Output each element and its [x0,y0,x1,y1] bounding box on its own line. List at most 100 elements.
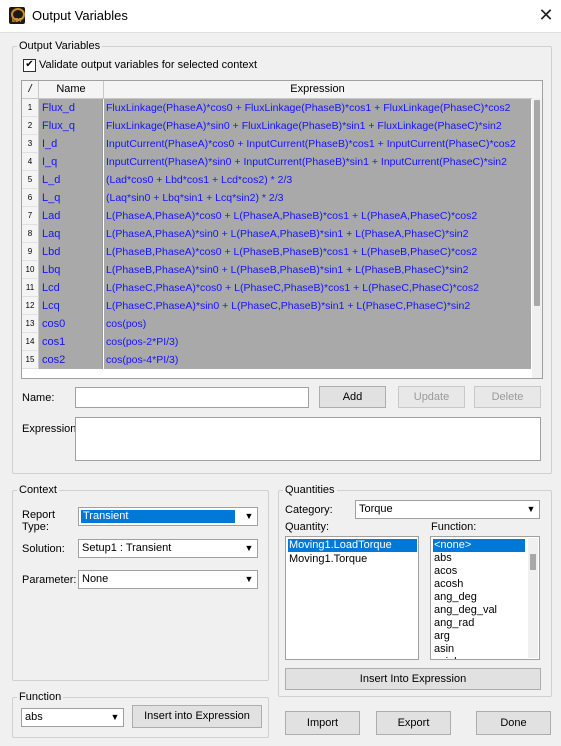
row-name-cell[interactable]: Lbq [39,261,103,279]
row-expression-cell[interactable]: InputCurrent(PhaseA)*cos0 + InputCurrent… [104,135,531,153]
row-expression-cell[interactable]: FluxLinkage(PhaseA)*cos0 + FluxLinkage(P… [104,99,531,117]
row-expression-cell[interactable]: InputCurrent(PhaseA)*sin0 + InputCurrent… [104,153,531,171]
table-row[interactable]: 11 Lcd L(PhaseC,PhaseA)*cos0 + L(PhaseC,Ph… [22,279,531,297]
row-number[interactable]: 8 [22,225,39,243]
row-number[interactable]: 6 [22,189,39,207]
table-row[interactable]: 13 cos0 cos(pos) [22,315,531,333]
row-expression-cell[interactable]: (Lad*cos0 + Lbd*cos1 + Lcd*cos2) * 2/3 [104,171,531,189]
row-name-cell[interactable]: I_d [39,135,103,153]
row-name-cell[interactable]: Flux_q [39,117,103,135]
row-number[interactable]: 3 [22,135,39,153]
table-row[interactable]: 2 Flux_q FluxLinkage(PhaseA)*sin0 + FluxLi… [22,117,531,135]
row-name-cell[interactable]: Lcd [39,279,103,297]
row-expression-cell[interactable]: (Laq*sin0 + Lbq*sin1 + Lcq*sin2) * 2/3 [104,189,531,207]
row-number[interactable]: 15 [22,351,39,369]
row-name-cell[interactable]: Lad [39,207,103,225]
report-type-select[interactable]: Transient ▼ [78,507,258,526]
expression-input[interactable] [75,417,541,461]
row-expression-cell[interactable]: FluxLinkage(PhaseA)*sin0 + FluxLinkage(P… [104,117,531,135]
row-name-cell[interactable]: Lbd [39,243,103,261]
row-expression-cell[interactable]: L(PhaseC,PhaseA)*cos0 + L(PhaseC,PhaseB)… [104,279,531,297]
sort-indicator[interactable]: / [22,81,39,98]
category-select[interactable]: Torque ▼ [355,500,540,519]
table-row[interactable]: 10 Lbq L(PhaseB,PhaseA)*sin0 + L(PhaseB,Ph… [22,261,531,279]
validate-checkbox[interactable]: ✔ [23,59,36,72]
row-name-cell[interactable]: I_q [39,153,103,171]
function-list-item[interactable]: ang_rad [433,617,525,630]
name-input[interactable] [75,387,309,408]
function-list-item[interactable]: ang_deg [433,591,525,604]
row-number[interactable]: 4 [22,153,39,171]
table-row[interactable]: 4 I_q InputCurrent(PhaseA)*sin0 + InputCur… [22,153,531,171]
quantity-list-item[interactable]: Moving1.Torque [288,553,417,566]
function-list-item[interactable]: <none> [433,539,525,552]
row-name-cell[interactable]: L_d [39,171,103,189]
function-list-item[interactable]: abs [433,552,525,565]
table-row[interactable]: 6 L_q (Laq*sin0 + Lbq*sin1 + Lcq*sin2) * 2… [22,189,531,207]
column-header-name[interactable]: Name [39,81,104,98]
table-row[interactable]: 1 Flux_d FluxLinkage(PhaseA)*cos0 + FluxLi… [22,99,531,117]
row-expression-cell[interactable]: L(PhaseA,PhaseA)*sin0 + L(PhaseA,PhaseB)… [104,225,531,243]
table-row[interactable]: 15 cos2 cos(pos-4*PI/3) [22,351,531,369]
row-expression-cell[interactable]: L(PhaseA,PhaseA)*cos0 + L(PhaseA,PhaseB)… [104,207,531,225]
row-name-cell[interactable]: L_q [39,189,103,207]
update-button[interactable]: Update [398,386,465,408]
row-name-cell[interactable]: cos2 [39,351,103,369]
row-expression-cell[interactable]: L(PhaseB,PhaseA)*sin0 + L(PhaseB,PhaseB)… [104,261,531,279]
table-row[interactable]: 14 cos1 cos(pos-2*PI/3) [22,333,531,351]
function-list-scrollbar[interactable] [528,538,538,658]
grid-vertical-scrollbar[interactable] [532,98,542,378]
table-row[interactable]: 3 I_d InputCurrent(PhaseA)*cos0 + InputCur… [22,135,531,153]
chevron-down-icon: ▼ [526,504,536,514]
title-bar: EDT Output Variables ✕ [0,0,561,33]
row-number[interactable]: 5 [22,171,39,189]
row-expression-cell[interactable]: cos(pos) [104,315,531,333]
row-number[interactable]: 7 [22,207,39,225]
table-row[interactable]: 8 Laq L(PhaseA,PhaseA)*sin0 + L(PhaseA,Pha… [22,225,531,243]
scrollbar-thumb[interactable] [530,554,536,570]
row-name-cell[interactable]: cos1 [39,333,103,351]
row-expression-cell[interactable]: cos(pos-4*PI/3) [104,351,531,369]
table-row[interactable]: 5 L_d (Lad*cos0 + Lbd*cos1 + Lcd*cos2) * 2… [22,171,531,189]
function-insert-into-expression-button[interactable]: Insert into Expression [132,705,262,728]
row-number[interactable]: 13 [22,315,39,333]
row-number[interactable]: 14 [22,333,39,351]
row-number[interactable]: 12 [22,297,39,315]
function-list-item[interactable]: asinh [433,656,525,659]
row-number[interactable]: 1 [22,99,39,117]
function-list-item[interactable]: arg [433,630,525,643]
function-select[interactable]: abs ▼ [21,708,124,727]
parameter-select[interactable]: None ▼ [78,570,258,589]
table-row[interactable]: 9 Lbd L(PhaseB,PhaseA)*cos0 + L(PhaseB,Pha… [22,243,531,261]
function-list-item[interactable]: ang_deg_val [433,604,525,617]
row-number[interactable]: 11 [22,279,39,297]
quantity-listbox[interactable]: Moving1.LoadTorque Moving1.Torque [285,536,419,660]
table-row[interactable]: 12 Lcq L(PhaseC,PhaseA)*sin0 + L(PhaseC,Ph… [22,297,531,315]
export-button[interactable]: Export [376,711,451,735]
solution-select[interactable]: Setup1 : Transient ▼ [78,539,258,558]
import-button[interactable]: Import [285,711,360,735]
function-listbox[interactable]: asinhasinargang_radang_deg_valang_degaco… [430,536,540,660]
row-name-cell[interactable]: Laq [39,225,103,243]
add-button[interactable]: Add [319,386,386,408]
function-list-item[interactable]: asin [433,643,525,656]
row-expression-cell[interactable]: L(PhaseB,PhaseA)*cos0 + L(PhaseB,PhaseB)… [104,243,531,261]
done-button[interactable]: Done [476,711,551,735]
row-expression-cell[interactable]: L(PhaseC,PhaseA)*sin0 + L(PhaseC,PhaseB)… [104,297,531,315]
function-list-item[interactable]: acosh [433,578,525,591]
quantity-list-item[interactable]: Moving1.LoadTorque [288,539,417,552]
table-row[interactable]: 7 Lad L(PhaseA,PhaseA)*cos0 + L(PhaseA,Pha… [22,207,531,225]
insert-into-expression-button[interactable]: Insert Into Expression [285,668,541,690]
row-name-cell[interactable]: cos0 [39,315,103,333]
delete-button[interactable]: Delete [474,386,541,408]
row-name-cell[interactable]: Flux_d [39,99,103,117]
row-number[interactable]: 10 [22,261,39,279]
row-name-cell[interactable]: Lcq [39,297,103,315]
function-list-item[interactable]: acos [433,565,525,578]
scrollbar-thumb[interactable] [534,100,540,306]
row-number[interactable]: 9 [22,243,39,261]
column-header-expression[interactable]: Expression [104,81,531,98]
row-expression-cell[interactable]: cos(pos-2*PI/3) [104,333,531,351]
row-number[interactable]: 2 [22,117,39,135]
close-icon[interactable]: ✕ [536,5,556,25]
